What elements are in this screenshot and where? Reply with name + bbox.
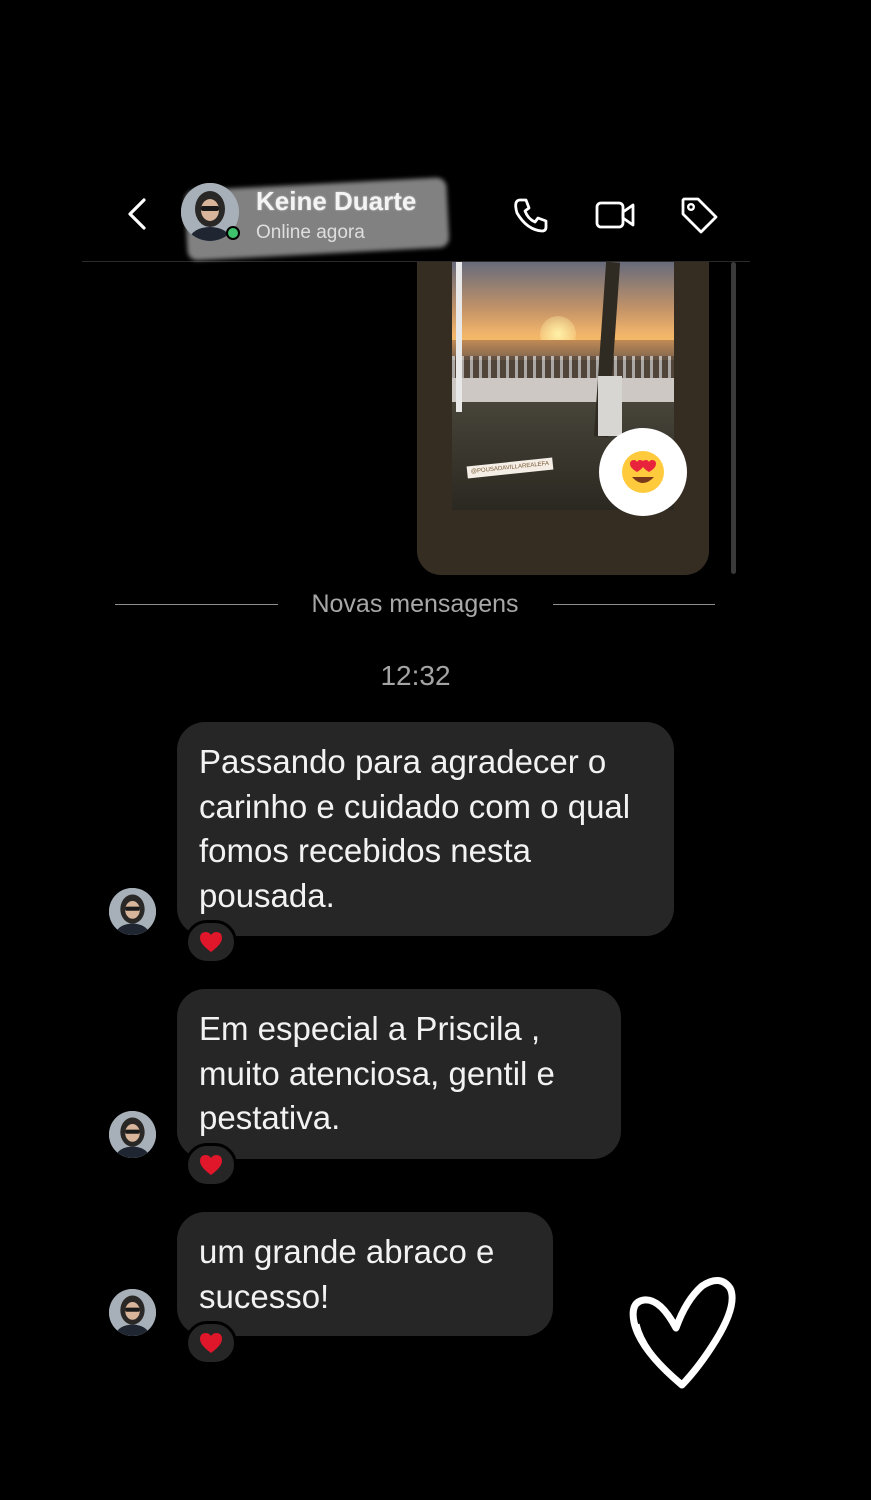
chevron-left-icon[interactable] bbox=[122, 194, 152, 234]
lamp-pole bbox=[456, 262, 462, 412]
contact-status: Online agora bbox=[256, 222, 365, 243]
tag-icon[interactable] bbox=[678, 194, 720, 236]
wall bbox=[452, 378, 674, 402]
scrollbar[interactable] bbox=[731, 262, 736, 574]
online-indicator bbox=[226, 226, 240, 240]
message-reaction[interactable] bbox=[185, 920, 237, 964]
message-reaction[interactable] bbox=[185, 1321, 237, 1365]
chat-header: Keine Duarte Online agora bbox=[82, 170, 750, 262]
divider-line bbox=[115, 604, 278, 605]
story-reaction[interactable] bbox=[599, 428, 687, 516]
contact-name[interactable]: Keine Duarte bbox=[256, 186, 416, 217]
heart-eyes-emoji-icon bbox=[622, 451, 664, 493]
palm-trunk-base bbox=[598, 376, 622, 436]
sender-avatar[interactable] bbox=[109, 1289, 156, 1336]
sender-avatar[interactable] bbox=[109, 1111, 156, 1158]
message-reaction[interactable] bbox=[185, 1143, 237, 1187]
sender-avatar[interactable] bbox=[109, 888, 156, 935]
video-camera-icon[interactable] bbox=[594, 194, 636, 236]
heart-icon bbox=[200, 1333, 222, 1353]
message-bubble[interactable]: Passando para agradecer o carinho e cuid… bbox=[177, 722, 674, 936]
phone-icon[interactable] bbox=[510, 194, 552, 236]
message-bubble[interactable]: um grande abraco e sucesso! bbox=[177, 1212, 553, 1336]
message-timestamp: 12:32 bbox=[380, 660, 451, 691]
new-messages-divider: Novas mensagens bbox=[115, 588, 715, 622]
divider-line bbox=[553, 604, 715, 605]
heart-outline-sticker-icon bbox=[629, 1277, 736, 1389]
message-bubble[interactable]: Em especial a Priscila , muito atenciosa… bbox=[177, 989, 621, 1159]
heart-icon bbox=[200, 1155, 222, 1175]
shared-story-card[interactable]: @POUSADAVILLAREALEFA bbox=[417, 262, 709, 575]
divider-label: Novas mensagens bbox=[311, 590, 519, 618]
heart-icon bbox=[200, 932, 222, 952]
